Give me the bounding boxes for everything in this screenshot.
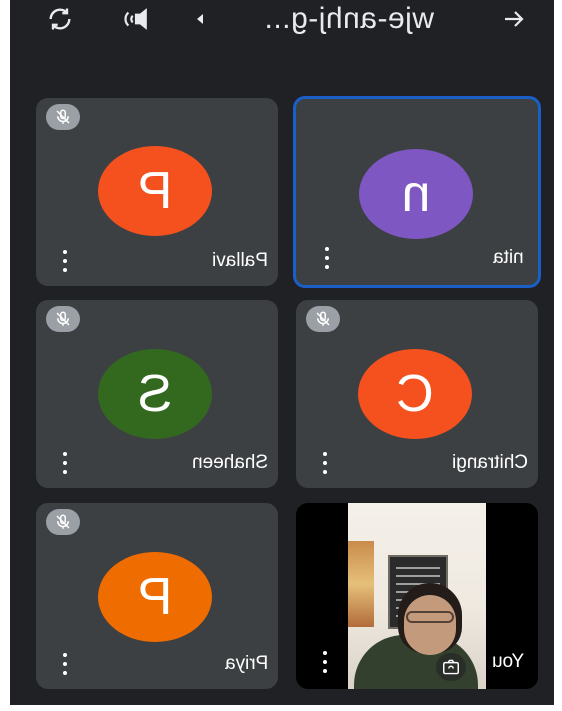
mic-off-icon [46,104,80,130]
participant-name: Shaheen [191,452,268,473]
more-options-icon[interactable] [60,250,70,272]
participant-tile-shaheen[interactable]: S Shaheen [36,300,278,488]
mic-off-icon [306,306,340,332]
meet-call-screen: wje-anhj-g... P Pallavi n nita S Shaheen… [10,0,554,705]
more-options-icon[interactable] [322,247,332,269]
more-options-icon[interactable] [60,452,70,474]
switch-camera-icon[interactable] [436,653,466,681]
wall-poster [348,541,374,627]
participant-tile-self[interactable]: You [296,503,538,689]
avatar: S [98,349,212,439]
switch-camera-icon[interactable] [42,4,78,34]
arrow-back-icon[interactable] [494,4,534,34]
chevron-icon[interactable] [190,4,210,34]
participant-tile-nita[interactable]: n nita [293,96,541,288]
participant-name: nita [493,247,524,268]
participant-tile-pallavi[interactable]: P Pallavi [36,98,278,286]
mic-off-icon [46,306,80,332]
avatar: P [98,552,212,642]
more-options-icon[interactable] [60,653,70,675]
avatar: n [359,149,473,239]
more-options-icon[interactable] [320,452,330,474]
meeting-code-title[interactable]: wje-anhj-g... [224,2,474,36]
participant-name: Chitrangi [451,452,528,473]
call-header: wje-anhj-g... [10,0,554,40]
participant-tile-chitrangi[interactable]: C Chitrangi [296,300,538,488]
self-video-feed [348,503,486,689]
speaker-icon[interactable] [118,4,154,34]
mic-off-icon [46,509,80,535]
participant-name: You [491,651,524,672]
participant-tile-priya[interactable]: P Priya [36,503,278,689]
more-options-icon[interactable] [320,651,330,673]
avatar: P [98,146,212,236]
avatar: C [358,349,472,439]
participant-name: Priya [224,653,268,674]
participant-name: Pallavi [212,250,268,271]
